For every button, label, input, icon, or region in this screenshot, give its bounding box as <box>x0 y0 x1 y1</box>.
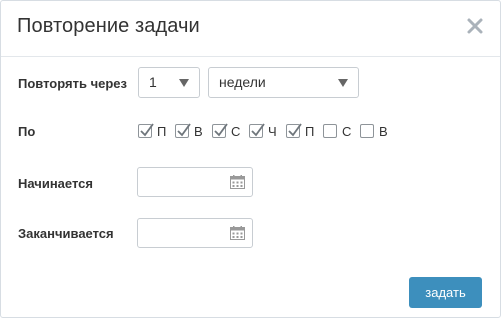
weekday-checkbox[interactable] <box>249 123 265 138</box>
chevron-down-icon <box>338 79 348 87</box>
calendar-icon[interactable] <box>230 175 245 189</box>
checkmark-icon <box>140 123 154 137</box>
end-label: Заканчивается <box>18 226 114 241</box>
weekday-label: П <box>305 123 315 139</box>
unit-value: недели <box>219 74 266 90</box>
weekday-checkbox[interactable] <box>138 123 154 138</box>
repeat-task-dialog: Повторение задачи Повторять через 1 неде… <box>0 0 501 318</box>
dialog-header: Повторение задачи <box>1 1 500 57</box>
close-icon[interactable] <box>464 15 486 37</box>
weekday-checkbox[interactable] <box>286 123 302 138</box>
weekday-checkbox[interactable] <box>360 124 374 138</box>
weekday-option[interactable]: С <box>323 124 354 139</box>
weekday-label: Ч <box>268 123 277 139</box>
submit-button[interactable]: задать <box>409 277 482 308</box>
weekday-label: С <box>231 123 241 139</box>
weekday-checkbox[interactable] <box>175 123 191 138</box>
weekday-option[interactable]: С <box>212 123 243 139</box>
weekday-option[interactable]: В <box>360 124 391 139</box>
checkmark-icon <box>214 123 228 137</box>
repeat-label: Повторять через <box>18 76 127 91</box>
days-label: По <box>18 124 36 139</box>
dialog-title: Повторение задачи <box>17 15 200 37</box>
weekday-label: В <box>194 123 203 139</box>
weekday-label: С <box>342 123 352 139</box>
calendar-icon[interactable] <box>230 226 245 240</box>
weekday-option[interactable]: Ч <box>249 123 280 139</box>
weekday-checkbox[interactable] <box>212 123 228 138</box>
checkmark-icon <box>177 123 191 137</box>
weekday-checkbox[interactable] <box>323 124 337 138</box>
interval-select[interactable]: 1 <box>138 67 200 98</box>
weekday-option[interactable]: П <box>286 123 317 139</box>
weekday-label: П <box>157 123 167 139</box>
checkmark-icon <box>288 123 302 137</box>
interval-value: 1 <box>149 74 157 90</box>
weekday-checkboxes: ПВСЧПСВ <box>138 122 397 140</box>
checkmark-icon <box>251 123 265 137</box>
weekday-label: В <box>379 123 388 139</box>
chevron-down-icon <box>179 79 189 87</box>
end-date-input[interactable] <box>137 218 253 248</box>
start-label: Начинается <box>18 176 93 191</box>
start-date-input[interactable] <box>137 167 253 197</box>
weekday-option[interactable]: В <box>175 123 206 139</box>
weekday-option[interactable]: П <box>138 123 169 139</box>
unit-select[interactable]: недели <box>208 67 359 98</box>
